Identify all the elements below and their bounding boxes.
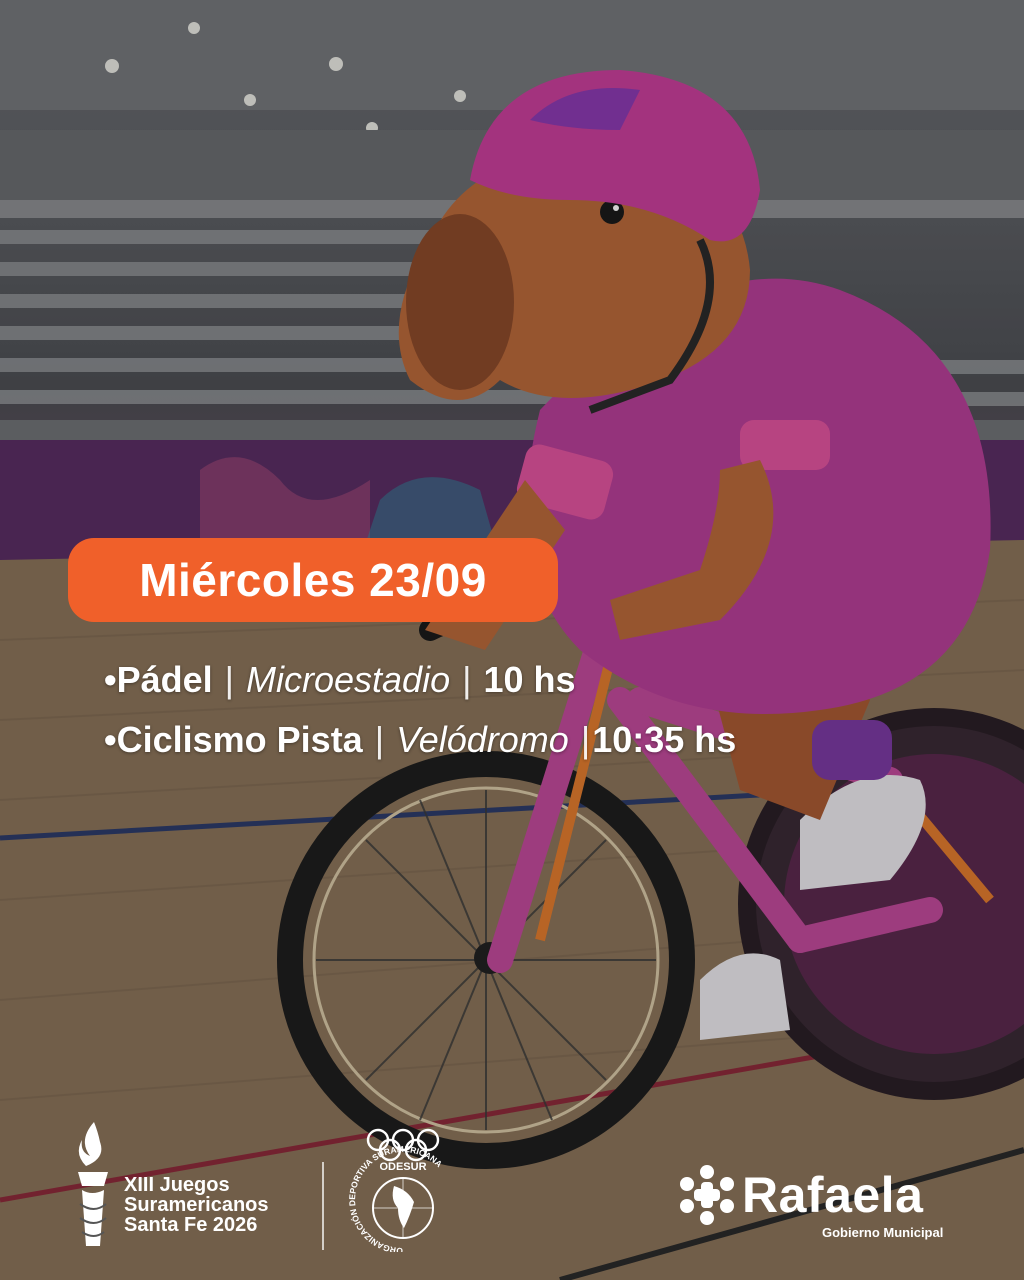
footer-divider bbox=[322, 1162, 324, 1250]
event-sport: Pádel bbox=[116, 659, 213, 700]
separator: | bbox=[224, 659, 235, 700]
games-title: XIII Juegos Suramericanos Santa Fe 2026 bbox=[124, 1175, 269, 1235]
juegos-suramericanos-logo: XIII Juegos Suramericanos Santa Fe 2026 bbox=[68, 1118, 269, 1252]
odesur-logo: ODESUR ORGANIZACIÓN DEPORTIVA SURAMERICA… bbox=[347, 1128, 444, 1252]
event-list: • Pádel | Microestadio | 10 hs • Ciclism… bbox=[104, 650, 736, 770]
event-venue: Velódromo bbox=[396, 719, 569, 760]
event-time: 10 hs bbox=[483, 659, 576, 700]
separator: | bbox=[580, 719, 591, 760]
event-time: 10:35 hs bbox=[592, 719, 737, 760]
date-label: Miércoles 23/09 bbox=[139, 554, 487, 606]
rafaela-name: Rafaela bbox=[742, 1167, 924, 1223]
odesur-label: ODESUR bbox=[379, 1161, 426, 1173]
bullet: • bbox=[104, 719, 117, 760]
games-title-line2: Suramericanos bbox=[124, 1194, 269, 1216]
rafaela-subtitle: Gobierno Municipal bbox=[822, 1225, 944, 1240]
rafaela-logo: Rafaela bbox=[676, 1164, 923, 1226]
games-title-line3: Santa Fe 2026 bbox=[124, 1214, 258, 1236]
bullet: • bbox=[104, 659, 117, 700]
torch-icon bbox=[78, 1122, 108, 1246]
event-venue: Microestadio bbox=[246, 659, 451, 700]
event-row-padel: • Pádel | Microestadio | 10 hs bbox=[104, 650, 736, 710]
rafaela-mark-icon bbox=[680, 1165, 734, 1225]
games-title-line1: XIII Juegos bbox=[124, 1174, 230, 1196]
poster: Miércoles 23/09 • Pádel | Microestadio |… bbox=[0, 0, 1024, 1280]
event-sport: Ciclismo Pista bbox=[116, 719, 363, 760]
date-badge: Miércoles 23/09 bbox=[68, 538, 558, 622]
dark-overlay bbox=[0, 0, 1024, 1280]
separator: | bbox=[374, 719, 385, 760]
event-row-ciclismo: • Ciclismo Pista | Velódromo | 10:35 hs bbox=[104, 710, 736, 770]
separator: | bbox=[462, 659, 472, 700]
